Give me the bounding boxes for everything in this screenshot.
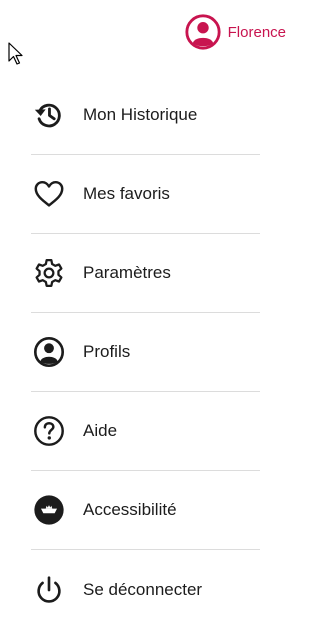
menu-item-label: Profils — [83, 342, 131, 361]
account-menu-panel: Florence Mon Historique Mes favoris Para… — [0, 0, 288, 626]
account-menu: Mon Historique Mes favoris Paramètres Pr… — [31, 76, 260, 626]
help-icon — [31, 413, 67, 449]
menu-item-favorites[interactable]: Mes favoris — [31, 155, 260, 234]
user-circle-icon — [185, 14, 221, 50]
gear-icon — [31, 255, 67, 291]
menu-item-label: Accessibilité — [83, 500, 177, 519]
menu-item-profiles[interactable]: Profils — [31, 313, 260, 392]
mouse-pointer-icon — [8, 42, 23, 65]
heart-icon — [31, 176, 67, 212]
menu-item-label: Paramètres — [83, 263, 171, 282]
menu-item-label: Se déconnecter — [83, 579, 203, 599]
menu-item-label: Mon Historique — [83, 105, 198, 124]
history-icon — [31, 97, 67, 133]
menu-item-label: Mes favoris — [83, 184, 170, 203]
profile-name: Florence — [227, 23, 286, 41]
menu-item-accessibility[interactable]: Accessibilité — [31, 471, 260, 550]
power-icon — [31, 572, 67, 608]
accessibility-icon — [31, 492, 67, 528]
menu-item-settings[interactable]: Paramètres — [31, 234, 260, 313]
menu-item-help[interactable]: Aide — [31, 392, 260, 471]
menu-item-label: Aide — [83, 421, 118, 440]
user-circle-icon — [31, 334, 67, 370]
menu-item-history[interactable]: Mon Historique — [31, 76, 260, 155]
menu-item-logout[interactable]: Se déconnecter — [31, 550, 260, 626]
profile-button[interactable]: Florence — [184, 12, 288, 52]
